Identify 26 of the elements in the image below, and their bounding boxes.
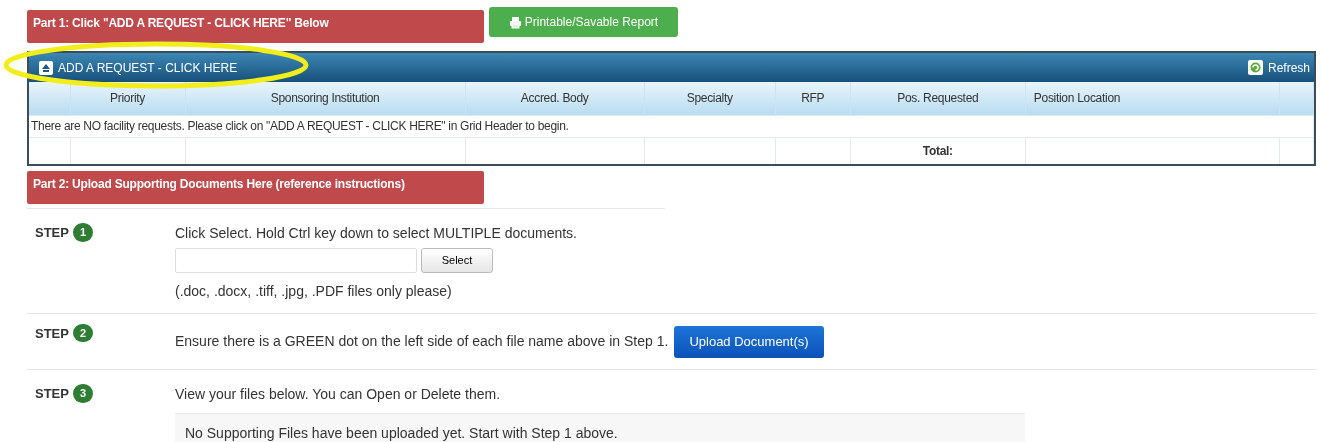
step-instruction: Click Select. Hold Ctrl key down to select MULTIPLE documents. <box>175 225 577 241</box>
step-instruction: View your files below. You can Open or Delete them. <box>175 386 501 402</box>
step-number-badge: 1 <box>72 223 94 242</box>
column-header: Accred. Body <box>465 82 645 115</box>
column-header: Position Location <box>1025 82 1280 115</box>
column-header: Specialty <box>644 82 776 115</box>
column-header: RFP <box>775 82 851 115</box>
select-button[interactable]: Select <box>421 248 493 273</box>
printer-icon <box>508 15 522 29</box>
no-files-message: No Supporting Files have been uploaded yet. Start with Step 1 above. <box>185 425 618 441</box>
step-label: STEP <box>35 224 69 242</box>
total-label: Total: <box>922 143 953 158</box>
section-banner: Part 1: Click "ADD A REQUEST - CLICK HERE" Below <box>27 10 484 43</box>
file-input-field[interactable] <box>175 248 417 273</box>
step-number-badge: 3 <box>72 384 94 403</box>
step-number-badge: 2 <box>72 323 94 343</box>
column-header: Pos. Requested <box>850 82 1026 115</box>
refresh-icon <box>1247 60 1263 75</box>
section-banner: Part 2: Upload Supporting Documents Here (reference instructions) <box>27 171 484 204</box>
step-label: STEP <box>35 324 69 343</box>
step-instruction: Ensure there is a GREEN dot on the left side of each file name above in Step 1. <box>175 332 669 351</box>
refresh-button[interactable]: Refresh <box>1247 58 1310 77</box>
step-label: STEP <box>35 385 69 403</box>
column-header: Sponsoring Institution <box>185 82 466 115</box>
file-type-note: (.doc, .docx, .tiff, .jpg, .PDF files only please) <box>175 282 453 301</box>
upload-button[interactable]: Upload Document(s) <box>674 325 824 358</box>
